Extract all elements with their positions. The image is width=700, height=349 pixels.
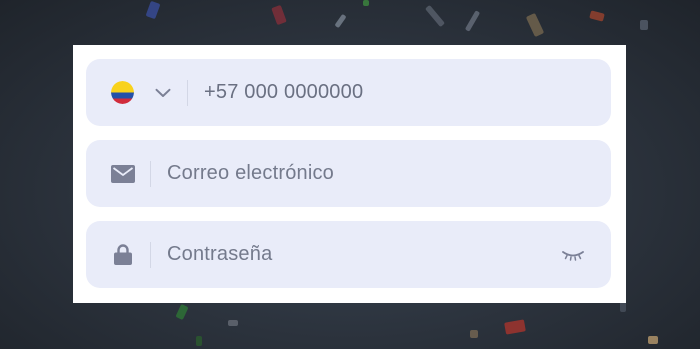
confetti-piece: [525, 12, 545, 38]
confetti-piece: [464, 10, 481, 32]
phone-input[interactable]: +57 000 0000000: [204, 81, 363, 104]
colombia-flag-icon[interactable]: [111, 81, 134, 104]
phone-field[interactable]: +57 000 0000000: [86, 59, 611, 126]
confetti-piece: [648, 336, 658, 344]
confetti-piece: [228, 320, 238, 326]
confetti-piece: [589, 10, 605, 22]
confetti-piece: [271, 4, 287, 26]
field-divider: [150, 241, 151, 268]
lock-icon: [114, 244, 132, 265]
field-divider: [150, 160, 151, 187]
confetti-piece: [363, 0, 369, 6]
field-divider: [187, 79, 188, 106]
email-input[interactable]: Correo electrónico: [167, 162, 334, 185]
confetti-piece: [334, 13, 347, 29]
confetti-piece: [175, 303, 189, 321]
confetti-piece: [504, 319, 526, 335]
password-input[interactable]: Contraseña: [167, 243, 272, 266]
confetti-piece: [145, 0, 161, 20]
signup-form: +57 000 0000000 Correo electrónico Contr…: [73, 45, 626, 303]
confetti-piece: [640, 20, 648, 30]
confetti-piece: [196, 336, 202, 346]
chevron-down-icon[interactable]: [155, 88, 171, 98]
email-field[interactable]: Correo electrónico: [86, 140, 611, 207]
eye-closed-icon[interactable]: [561, 249, 585, 261]
confetti-piece: [424, 4, 446, 28]
password-field[interactable]: Contraseña: [86, 221, 611, 288]
envelope-icon: [111, 164, 135, 183]
confetti-piece: [470, 330, 478, 338]
